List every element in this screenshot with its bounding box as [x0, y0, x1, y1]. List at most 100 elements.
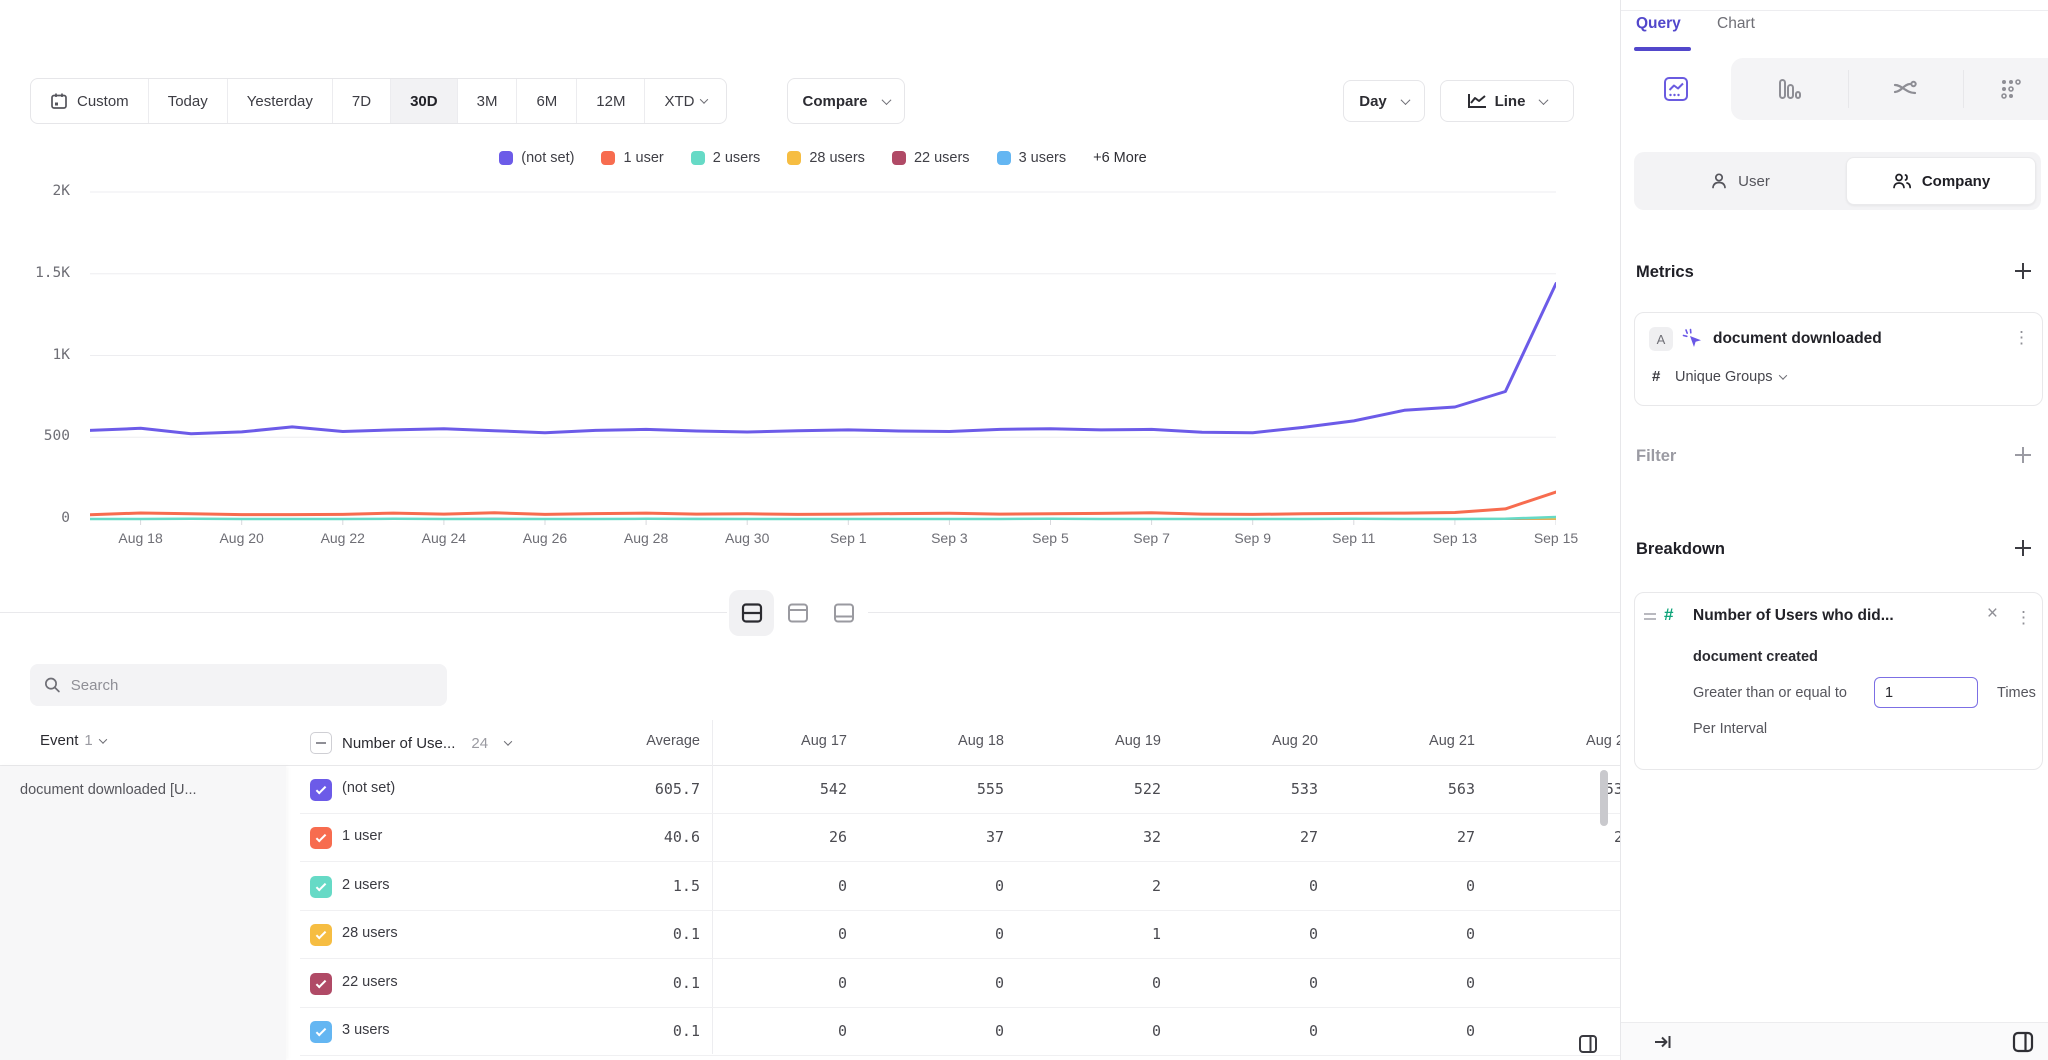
company-icon — [1892, 172, 1912, 190]
scope-user-button[interactable]: User — [1634, 152, 1846, 210]
interval-label: Day — [1359, 93, 1387, 110]
legend-item[interactable]: 22 users — [892, 150, 970, 166]
scope-company-button[interactable]: Company — [1846, 157, 2036, 205]
breakdown-condition-label: Greater than or equal to — [1693, 685, 1847, 701]
data-cell: 27 — [1326, 828, 1483, 846]
series-checkbox[interactable] — [310, 876, 332, 898]
x-axis-tick-label: Aug 28 — [601, 530, 691, 546]
metric-name[interactable]: document downloaded — [1713, 330, 1882, 348]
breakdown-section-title: Breakdown — [1636, 540, 1725, 559]
table-row[interactable]: 3 users0.1000000 — [300, 1008, 1620, 1056]
interval-dropdown[interactable]: Day — [1343, 80, 1425, 122]
layout-chart-only-button[interactable] — [775, 590, 820, 636]
data-cell: 533 — [1169, 780, 1326, 798]
data-cell: 0 — [1326, 974, 1483, 992]
drag-handle-icon[interactable] — [1644, 613, 1656, 623]
legend-more-link[interactable]: +6 More — [1093, 150, 1147, 166]
series-label: 3 users — [342, 1022, 390, 1038]
data-cell: 0 — [855, 1022, 1012, 1040]
metric-card[interactable]: A document downloaded ⋮ # Unique Groups — [1634, 312, 2043, 406]
chart-type-dropdown[interactable]: Line — [1440, 80, 1574, 122]
sidebar-toggle-icon — [1578, 1034, 1598, 1054]
series-header-label[interactable]: Number of Use... — [342, 735, 455, 752]
date-range-yesterday[interactable]: Yesterday — [227, 79, 332, 123]
date-range-30d[interactable]: 30D — [390, 79, 457, 123]
legend-label: 1 user — [623, 150, 663, 166]
series-checkbox[interactable] — [310, 1021, 332, 1043]
main-area: CustomTodayYesterday 7D 30D 3M 6M 12M XTD Comp… — [0, 0, 1620, 1060]
breakdown-value-input[interactable] — [1874, 677, 1978, 708]
date-range-label: 7D — [352, 93, 371, 110]
date-range-today[interactable]: Today — [148, 79, 227, 123]
date-column-header[interactable]: Aug 20 — [1169, 733, 1326, 749]
add-filter-button[interactable] — [2015, 447, 2031, 463]
aggregation-dropdown[interactable]: Unique Groups — [1675, 369, 1786, 385]
legend-item[interactable]: 2 users — [691, 150, 761, 166]
series-checkbox[interactable] — [310, 973, 332, 995]
segmentation-chart-button[interactable] — [1646, 58, 1706, 120]
date-range-label: 12M — [596, 93, 625, 110]
date-range-custom[interactable]: Custom — [31, 79, 148, 123]
average-column-header[interactable]: Average — [545, 733, 700, 749]
date-column-header[interactable]: Aug 19 — [1012, 733, 1169, 749]
table-row[interactable]: 2 users1.5002000 — [300, 863, 1620, 911]
legend-item[interactable]: 1 user — [601, 150, 663, 166]
metric-event-icon — [1682, 328, 1704, 350]
tab-chart[interactable]: Chart — [1717, 15, 1755, 33]
date-range-7d[interactable]: 7D — [332, 79, 390, 123]
chart-svg[interactable] — [90, 185, 1556, 530]
date-range-label: 3M — [477, 93, 498, 110]
breakdown-name[interactable]: Number of Users who did... — [1693, 607, 1894, 625]
breakdown-event[interactable]: document created — [1693, 649, 1818, 665]
x-axis-tick-label: Sep 7 — [1107, 530, 1197, 546]
date-column-header[interactable]: Aug 18 — [855, 733, 1012, 749]
compare-button[interactable]: Compare — [787, 78, 905, 124]
date-column-header[interactable]: Aug 17 — [698, 733, 855, 749]
series-checkbox[interactable] — [310, 779, 332, 801]
event-column-header[interactable]: Event 1 — [40, 732, 106, 749]
layout-toggle-group — [727, 588, 868, 638]
date-range-12m[interactable]: 12M — [576, 79, 644, 123]
kebab-icon[interactable]: ⋮ — [2013, 329, 2030, 346]
legend-item[interactable]: 28 users — [787, 150, 865, 166]
compare-label: Compare — [802, 93, 867, 110]
select-all-checkbox[interactable] — [310, 732, 332, 754]
breakdown-interval-label[interactable]: Per Interval — [1693, 721, 1767, 737]
bar-chart-button[interactable] — [1759, 58, 1819, 120]
panel-footer — [1621, 1022, 2048, 1060]
date-column-header[interactable]: Aug 22 — [1483, 733, 1620, 749]
table-row[interactable]: 22 users0.1000000 — [300, 960, 1620, 1008]
search-input[interactable] — [71, 677, 433, 694]
date-range-6m[interactable]: 6M — [516, 79, 576, 123]
series-checkbox[interactable] — [310, 827, 332, 849]
data-cell: 0 — [698, 974, 855, 992]
vertical-scrollbar[interactable] — [1600, 770, 1608, 826]
flow-chart-button[interactable] — [1875, 58, 1935, 120]
event-name-panel[interactable]: document downloaded [U... — [0, 766, 286, 1060]
legend-swatch — [691, 151, 705, 165]
close-icon[interactable]: × — [1987, 603, 1998, 625]
legend-item[interactable]: 3 users — [997, 150, 1067, 166]
table-row[interactable]: 28 users0.1001000 — [300, 911, 1620, 959]
matrix-chart-button[interactable] — [1981, 58, 2041, 120]
date-range-3m[interactable]: 3M — [457, 79, 517, 123]
add-metric-button[interactable] — [2015, 263, 2031, 279]
kebab-icon[interactable]: ⋮ — [2015, 609, 2032, 626]
add-breakdown-button[interactable] — [2015, 540, 2031, 556]
layout-split-button[interactable] — [729, 590, 774, 636]
table-row[interactable]: 1 user40.6263732272728 — [300, 814, 1620, 862]
tab-query[interactable]: Query — [1636, 15, 1681, 33]
series-checkbox[interactable] — [310, 924, 332, 946]
date-column-header[interactable]: Aug 21 — [1326, 733, 1483, 749]
date-range-xtd[interactable]: XTD — [644, 79, 726, 123]
data-cell: 28 — [1483, 828, 1620, 846]
sidebar-toggle-button[interactable] — [2011, 1030, 2035, 1059]
collapse-panel-button[interactable] — [1653, 1032, 1673, 1057]
table-row[interactable]: (not set)605.7542555522533563531 — [300, 766, 1620, 814]
data-cell: 0 — [855, 925, 1012, 943]
legend-item[interactable]: (not set) — [499, 150, 574, 166]
layout-table-only-button[interactable] — [821, 590, 866, 636]
bottom-panel-toggle[interactable] — [1578, 1034, 1598, 1059]
breakdown-card[interactable]: # Number of Users who did... × ⋮ documen… — [1634, 592, 2043, 770]
active-tab-underline — [1634, 47, 1691, 51]
